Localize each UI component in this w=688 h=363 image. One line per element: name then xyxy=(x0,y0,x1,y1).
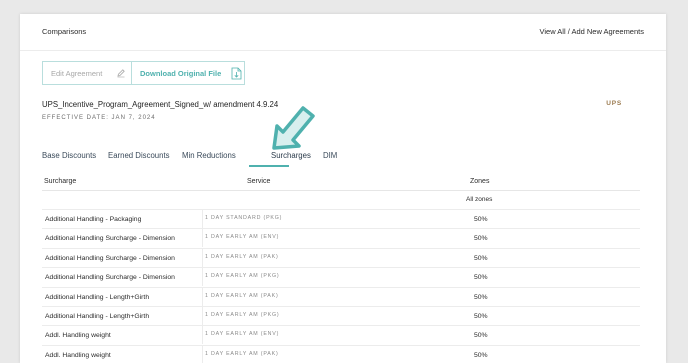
tab-base-discounts[interactable]: Base Discounts xyxy=(42,151,96,160)
table-row: Additional Handling Surcharge - Dimensio… xyxy=(42,229,640,249)
surcharge-cell: Additional Handling - Length+Girth xyxy=(45,312,150,320)
zones-cell: 50% xyxy=(474,312,488,320)
zones-cell: 50% xyxy=(474,332,488,340)
file-download-icon xyxy=(231,67,242,80)
column-header-service: Service xyxy=(247,178,271,185)
service-cell: 1 DAY EARLY AM (ENV) xyxy=(205,331,280,338)
surcharge-cell: Additional Handling Surcharge - Dimensio… xyxy=(45,274,175,282)
zones-cell: 50% xyxy=(474,235,488,243)
agreement-card: Comparisons View All / Add New Agreement… xyxy=(20,14,666,363)
service-cell: 1 DAY EARLY AM (ENV) xyxy=(205,234,280,241)
service-cell: 1 DAY EARLY AM (PAK) xyxy=(205,253,279,260)
card-header: Comparisons View All / Add New Agreement… xyxy=(20,14,666,51)
service-cell-wrapper: 1 DAY STANDARD (PKG) xyxy=(202,210,282,228)
tab-dim[interactable]: DIM xyxy=(323,151,337,160)
table-header: Surcharge Service Zones xyxy=(42,174,640,191)
service-cell: 1 DAY EARLY AM (PAK) xyxy=(205,350,279,357)
page-title: Comparisons xyxy=(42,27,87,36)
edit-agreement-label: Edit Agreement xyxy=(51,68,103,78)
service-cell-wrapper: 1 DAY EARLY AM (ENV) xyxy=(202,326,280,345)
surcharge-cell: Additional Handling - Packaging xyxy=(45,216,142,223)
service-cell: 1 DAY EARLY AM (PKG) xyxy=(205,311,280,318)
pointer-arrow-icon xyxy=(270,104,316,155)
table-row: Additional Handling Surcharge - Dimensio… xyxy=(42,248,640,269)
service-cell: 1 DAY EARLY AM (PKG) xyxy=(205,273,280,280)
service-cell: 1 DAY STANDARD (PKG) xyxy=(205,215,283,221)
zones-cell: 50% xyxy=(474,274,488,282)
surcharge-cell: Additional Handling Surcharge - Dimensio… xyxy=(45,235,175,243)
download-original-file-button[interactable]: Download Original File xyxy=(132,62,244,84)
all-zones-label: All zones xyxy=(466,196,493,203)
surcharges-table: Surcharge Service Zones All zones Additi… xyxy=(42,174,640,363)
table-row: Additional Handling - Length+Girth 1 DAY… xyxy=(42,287,640,307)
agreement-title: UPS_Incentive_Program_Agreement_Signed_w… xyxy=(42,100,279,109)
surcharge-cell: Additional Handling - Length+Girth xyxy=(45,293,150,301)
tab-earned-discounts[interactable]: Earned Discounts xyxy=(108,151,170,160)
table-row: Additional Handling - Packaging 1 DAY ST… xyxy=(42,210,640,230)
carrier-label: UPS xyxy=(606,100,622,107)
effective-date: EFFECTIVE DATE: JAN 7, 2024 xyxy=(42,115,156,121)
service-cell: 1 DAY EARLY AM (PAK) xyxy=(205,292,279,299)
download-original-file-label: Download Original File xyxy=(140,68,222,78)
zones-cell: 50% xyxy=(474,351,488,359)
service-cell-wrapper: 1 DAY EARLY AM (PAK) xyxy=(202,287,279,306)
zones-cell: 50% xyxy=(474,293,488,301)
service-cell-wrapper: 1 DAY EARLY AM (ENV) xyxy=(202,229,280,248)
zones-subheader: All zones xyxy=(42,191,640,210)
table-row: Additional Handling - Length+Girth 1 DAY… xyxy=(42,306,640,327)
column-header-zones: Zones xyxy=(470,178,490,185)
service-cell-wrapper: 1 DAY EARLY AM (PAK) xyxy=(202,248,279,267)
surcharge-cell: Additional Handling Surcharge - Dimensio… xyxy=(45,254,175,262)
zones-cell: 50% xyxy=(474,254,488,262)
surcharge-cell: Addl. Handling weight xyxy=(45,351,111,359)
table-row: Addl. Handling weight 1 DAY EARLY AM (PA… xyxy=(42,345,640,363)
view-all-add-new-link[interactable]: View All / Add New Agreements xyxy=(539,27,644,36)
table-row: Additional Handling Surcharge - Dimensio… xyxy=(42,268,640,288)
pencil-icon xyxy=(116,68,126,78)
table-row: Addl. Handling weight 1 DAY EARLY AM (EN… xyxy=(42,326,640,346)
service-cell-wrapper: 1 DAY EARLY AM (PKG) xyxy=(202,306,280,325)
service-cell-wrapper: 1 DAY EARLY AM (PKG) xyxy=(202,268,280,287)
active-tab-indicator xyxy=(249,165,289,167)
service-cell-wrapper: 1 DAY EARLY AM (PAK) xyxy=(202,345,279,363)
tab-min-reductions[interactable]: Min Reductions xyxy=(182,151,236,160)
surcharge-cell: Addl. Handling weight xyxy=(45,332,111,340)
agreement-actions: Edit Agreement Download Original File xyxy=(42,61,245,85)
zones-cell: 50% xyxy=(474,216,488,223)
edit-agreement-button[interactable]: Edit Agreement xyxy=(43,62,132,84)
column-header-surcharge: Surcharge xyxy=(44,178,77,185)
